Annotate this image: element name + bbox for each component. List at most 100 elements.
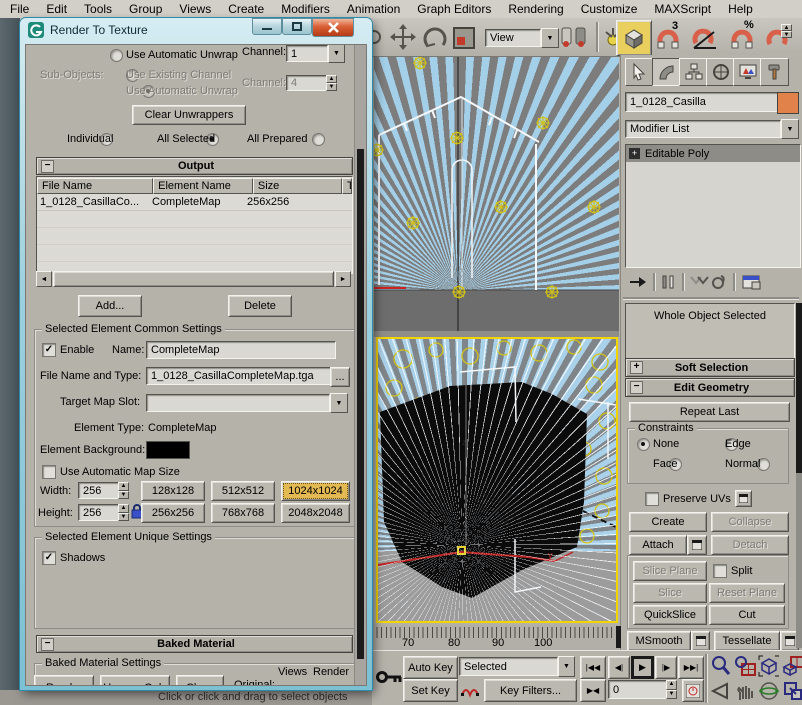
unwrap-only-button[interactable]: Unwrap Only (100, 675, 170, 685)
slice-plane-button[interactable]: Slice Plane (633, 561, 707, 581)
tab-modify[interactable] (652, 58, 681, 86)
key-filters-button[interactable]: Key Filters... (484, 679, 577, 702)
element-background-swatch[interactable] (146, 441, 190, 459)
delete-element-button[interactable]: Delete (228, 295, 292, 317)
menu-file[interactable]: File (10, 2, 29, 16)
pin-stack-icon[interactable] (629, 274, 649, 290)
maximize-button[interactable] (282, 18, 312, 35)
auto-map-size-checkbox[interactable] (42, 465, 56, 479)
current-frame-field[interactable]: 0 (608, 680, 674, 699)
viewport-perspective-active[interactable]: y z (376, 337, 618, 623)
slice-button[interactable]: Slice (633, 583, 707, 603)
size-128-button[interactable]: 128x128 (141, 481, 205, 501)
object-name-field[interactable]: 1_0128_Casilla (625, 92, 781, 112)
percent-snap-icon[interactable]: % (730, 19, 754, 50)
tab-display[interactable] (733, 58, 762, 86)
select-and-manipulate-button[interactable] (616, 20, 652, 56)
object-color-swatch[interactable] (777, 92, 799, 114)
column-header[interactable]: Targ (342, 177, 352, 194)
selection-set-dropdown[interactable]: Selected ▼ (459, 656, 575, 677)
quickslice-button[interactable]: QuickSlice (633, 605, 707, 625)
column-header[interactable]: Size (252, 177, 342, 194)
menu-animation[interactable]: Animation (347, 2, 400, 16)
menu-views[interactable]: Views (179, 2, 211, 16)
menu-modifiers[interactable]: Modifiers (281, 2, 330, 16)
sub-channel-spinner[interactable]: ▲ ▼ (326, 75, 337, 91)
collapse-icon[interactable]: − (630, 381, 643, 394)
menu-maxscript[interactable]: MAXScript (654, 2, 711, 16)
chevron-down-icon[interactable]: ▼ (330, 393, 348, 413)
table-row[interactable]: 1_0128_CasillaCo... CompleteMap 256x256 (37, 194, 352, 211)
default-tangent-icon[interactable] (460, 681, 480, 699)
attach-button[interactable]: Attach (629, 535, 687, 555)
previous-frame-button[interactable]: ◀| (608, 656, 630, 679)
element-name-field[interactable]: CompleteMap (146, 341, 336, 359)
msmooth-settings-button[interactable] (691, 631, 710, 651)
size-768-button[interactable]: 768x768 (211, 503, 275, 523)
make-unique-icon[interactable] (689, 274, 709, 290)
minimize-button[interactable] (252, 18, 282, 35)
chevron-down-icon[interactable]: ▼ (328, 45, 345, 63)
size-256-button[interactable]: 256x256 (141, 503, 205, 523)
expand-icon[interactable]: + (630, 361, 643, 374)
frame-spinner[interactable]: ▲ ▼ (666, 680, 677, 699)
collapse-icon[interactable]: − (41, 637, 54, 651)
column-header[interactable]: Element Name (153, 177, 253, 194)
show-end-result-icon[interactable] (660, 274, 678, 290)
file-name-field[interactable]: 1_0128_CasillaCompleteMap.tga (146, 367, 336, 385)
table-hscrollbar[interactable]: ◄ ► (36, 271, 351, 287)
rollout-output[interactable]: − Output (36, 157, 353, 175)
msmooth-button[interactable]: MSmooth (627, 631, 691, 651)
rollout-baked-material[interactable]: − Baked Material (36, 635, 353, 653)
select-rotate-icon[interactable] (420, 24, 448, 52)
collapse-icon[interactable]: − (41, 159, 54, 173)
reset-plane-button[interactable]: Reset Plane (709, 583, 785, 603)
panel-scrollbar-thumb[interactable] (796, 303, 802, 473)
clear-unwrappers-button[interactable]: Clear Unwrappers (132, 105, 246, 125)
reference-coordinate-dropdown[interactable]: View ▼ (485, 28, 559, 48)
chevron-down-icon[interactable]: ▼ (781, 119, 799, 139)
repeat-last-button[interactable]: Repeat Last (629, 402, 790, 422)
field-of-view-icon[interactable] (710, 680, 732, 702)
select-scale-icon[interactable] (452, 26, 476, 50)
tab-hierarchy[interactable] (679, 58, 708, 86)
selection-lock-key-icon[interactable] (376, 667, 402, 687)
viewport-front[interactable] (374, 57, 619, 331)
rollout-edit-geometry[interactable]: − Edit Geometry (625, 378, 795, 397)
menu-tools[interactable]: Tools (84, 2, 112, 16)
menu-customize[interactable]: Customize (581, 2, 638, 16)
attach-settings-button[interactable] (687, 535, 707, 555)
size-2048-button[interactable]: 2048x2048 (281, 503, 350, 523)
zoom-extents-icon[interactable] (758, 655, 780, 677)
time-configuration-button[interactable] (682, 679, 704, 702)
menu-edit[interactable]: Edit (46, 2, 67, 16)
menu-create[interactable]: Create (228, 2, 264, 16)
menu-graph-editors[interactable]: Graph Editors (417, 2, 491, 16)
panel-scrollbar[interactable] (796, 303, 802, 648)
dialog-scrollbar-thumb[interactable] (357, 149, 364, 659)
auto-key-button[interactable]: Auto Key (403, 656, 458, 679)
size-1024-button-selected[interactable]: 1024x1024 (281, 481, 350, 501)
key-mode-toggle[interactable]: ▶◀ (580, 679, 606, 702)
mirror-icon[interactable] (560, 24, 588, 52)
configure-modifier-sets-icon[interactable] (742, 274, 762, 290)
collapse-button[interactable]: Collapse (711, 512, 789, 532)
all-prepared-radio[interactable] (312, 133, 326, 146)
rollout-soft-selection[interactable]: + Soft Selection (625, 358, 795, 377)
timeline-ruler[interactable]: 70 80 90 100 (372, 624, 618, 650)
spinner-snap-icon[interactable]: ▲ ▼ (766, 24, 792, 50)
remove-modifier-icon[interactable] (709, 274, 727, 290)
enable-checkbox[interactable]: ✓ (42, 343, 56, 357)
scroll-left-arrow[interactable]: ◄ (36, 271, 52, 287)
zoom-extents-all-icon[interactable] (782, 655, 802, 677)
split-checkbox[interactable] (713, 564, 727, 578)
output-table[interactable]: File Name Element Name Size Targ 1_0128_… (36, 176, 353, 274)
select-object-icon[interactable] (370, 26, 386, 48)
constraint-none-radio[interactable] (637, 438, 650, 451)
size-512-button[interactable]: 512x512 (211, 481, 275, 501)
dialog-scrollbar[interactable] (354, 45, 366, 685)
modifier-list-dropdown[interactable]: Modifier List ▼ (625, 119, 799, 139)
goto-end-button[interactable]: ▶▶| (678, 656, 704, 679)
menu-group[interactable]: Group (129, 2, 162, 16)
create-button[interactable]: Create (629, 512, 707, 532)
